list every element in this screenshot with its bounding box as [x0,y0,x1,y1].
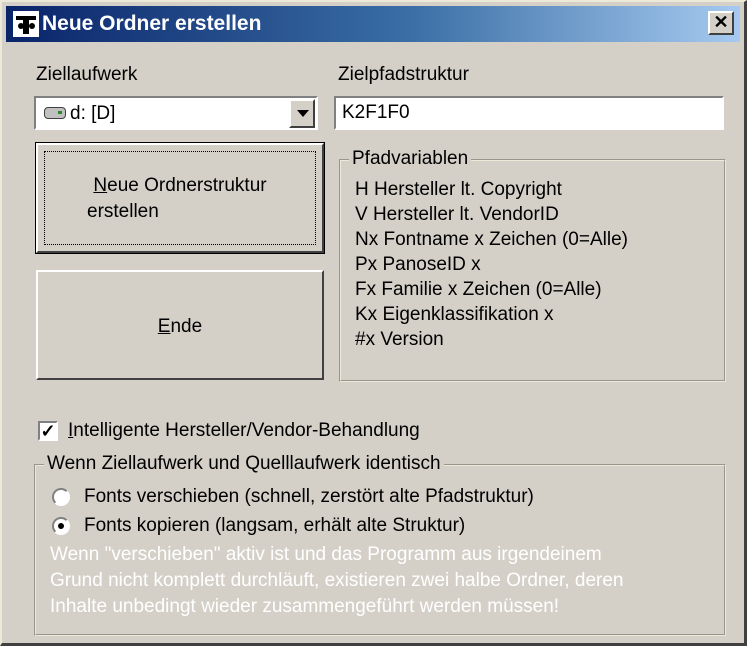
pfadvariable-item: Fx Familie x Zeichen (0=Alle) [355,279,602,300]
dialog-window: Neue Ordner erstellen ✕ Ziellaufwerk d: … [0,0,747,646]
pfadvariablen-group: Pfadvariablen H Hersteller lt. Copyright… [339,148,726,382]
warning-line: Wenn "verschieben" aktiv ist und das Pro… [50,544,602,565]
window-title: Neue Ordner erstellen [42,12,262,35]
ziellaufwerk-label: Ziellaufwerk [36,64,138,85]
radio-copy-label[interactable]: Fonts kopieren (langsam, erhält alte Str… [84,515,465,537]
zielpfad-value: K2F1F0 [342,102,410,123]
create-structure-label-line1: Neue Ordnerstruktur [93,175,267,196]
create-structure-label-line2: erstellen [87,201,159,222]
radio-move[interactable] [52,488,70,506]
close-icon: ✕ [713,12,729,32]
app-icon [13,11,39,37]
radio-move-label[interactable]: Fonts verschieben (schnell, zerstört alt… [84,486,534,508]
pfadvariable-item: V Hersteller lt. VendorID [355,204,559,225]
pfadvariablen-list: H Hersteller lt. Copyright V Hersteller … [355,177,628,352]
zielpfad-label: Zielpfadstruktur [338,64,469,85]
pfadvariablen-title: Pfadvariablen [349,148,472,170]
end-button[interactable]: Ende [36,270,324,380]
radio-copy[interactable] [52,517,70,535]
create-structure-button[interactable]: Neue Ordnerstruktur erstellen [35,142,325,254]
close-button[interactable]: ✕ [708,11,734,35]
warning-text: Wenn "verschieben" aktiv ist und das Pro… [50,542,690,620]
warning-line: Grund nicht komplett durchläuft, existie… [50,570,624,591]
pfadvariable-item: Px PanoseID x [355,254,481,275]
drive-dropdown-value: d: [D] [70,103,116,124]
pfadvariable-item: H Hersteller lt. Copyright [355,179,562,200]
pfadvariable-item: Kx Eigenklassifikation x [355,304,554,325]
warning-line: Inhalte unbedingt wieder zusammengeführt… [50,596,560,617]
zielpfad-input[interactable]: K2F1F0 [334,96,724,130]
intelligent-checkbox[interactable]: ✓ [38,421,58,441]
pfadvariable-item: #x Version [355,329,444,350]
dropdown-arrow-button[interactable] [289,99,315,128]
checkmark-icon: ✓ [40,421,56,441]
title-bar[interactable]: Neue Ordner erstellen ✕ [6,6,740,42]
identisch-title: Wenn Ziellaufwerk und Quelllaufwerk iden… [44,453,444,475]
drive-dropdown[interactable]: d: [D] [34,96,318,130]
pfadvariable-item: Nx Fontname x Zeichen (0=Alle) [355,229,628,250]
intelligent-label[interactable]: Intelligente Hersteller/Vendor-Behandlun… [68,420,420,442]
end-button-label: Ende [157,316,203,337]
drive-icon [44,107,66,119]
